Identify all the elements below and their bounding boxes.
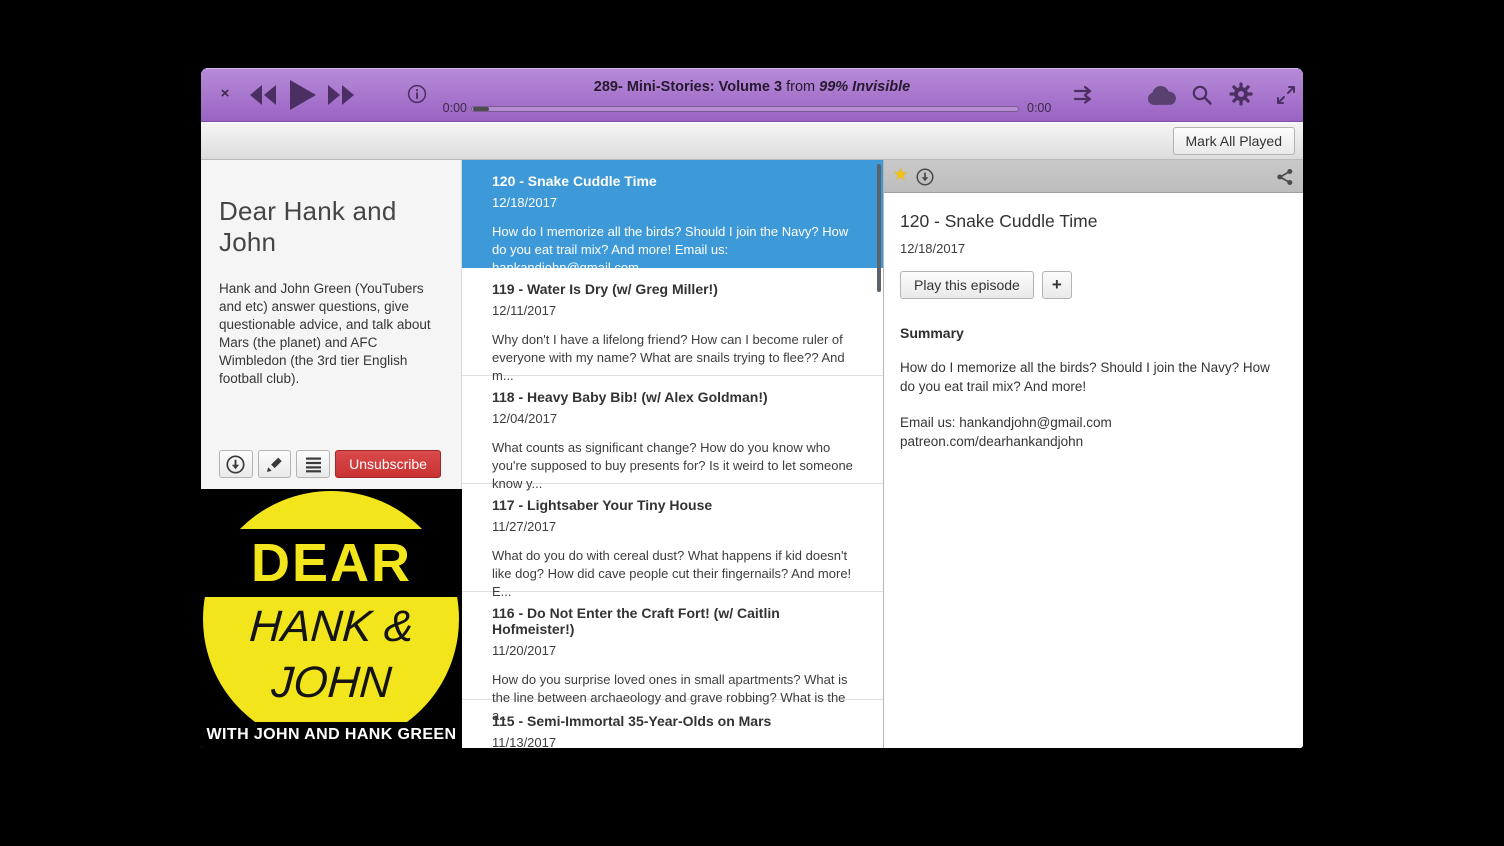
app-window: × 289- Mini-Stories: Volume 3 from 99% I… bbox=[201, 68, 1303, 748]
podcast-description: Hank and John Green (YouTubers and etc) … bbox=[219, 280, 441, 388]
fullscreen-icon[interactable] bbox=[1275, 84, 1297, 106]
podcast-actions: Unsubscribe bbox=[219, 450, 441, 478]
episode-detail-toolbar: ★ bbox=[884, 160, 1303, 193]
download-icon bbox=[226, 455, 245, 474]
fast-forward-icon[interactable] bbox=[327, 85, 355, 105]
podcast-title: Dear Hank and John bbox=[219, 196, 441, 258]
detail-episode-title: 120 - Snake Cuddle Time bbox=[900, 211, 1287, 232]
toolbar: Your Podcasts Mark All Played bbox=[201, 122, 1303, 160]
detail-episode-date: 12/18/2017 bbox=[900, 241, 1287, 256]
episode-row-120[interactable]: 120 - Snake Cuddle Time 12/18/2017 How d… bbox=[462, 160, 883, 268]
summary-paragraph: How do I memorize all the birds? Should … bbox=[900, 359, 1287, 396]
download-episode-icon[interactable] bbox=[916, 168, 934, 186]
main-content: Dear Hank and John Hank and John Green (… bbox=[201, 160, 1303, 748]
artwork-dear-text: DEAR bbox=[251, 536, 412, 590]
episode-date: 12/11/2017 bbox=[492, 303, 853, 318]
play-button-icon[interactable] bbox=[288, 80, 316, 110]
rewind-icon[interactable] bbox=[249, 85, 277, 105]
podcast-info: Dear Hank and John Hank and John Green (… bbox=[201, 160, 461, 489]
episode-row-115[interactable]: 115 - Semi-Immortal 35-Year-Olds on Mars… bbox=[462, 700, 883, 748]
episode-detail-body: 120 - Snake Cuddle Time 12/18/2017 Play … bbox=[884, 193, 1303, 451]
add-to-queue-button[interactable]: + bbox=[1042, 271, 1072, 299]
episode-date: 11/27/2017 bbox=[492, 519, 853, 534]
edit-podcast-button[interactable] bbox=[258, 450, 292, 478]
episode-list: 120 - Snake Cuddle Time 12/18/2017 How d… bbox=[462, 160, 883, 748]
queue-icon[interactable] bbox=[1073, 85, 1097, 105]
summary-patreon-line: patreon.com/dearhankandjohn bbox=[900, 433, 1287, 452]
favorite-star-icon[interactable]: ★ bbox=[893, 165, 908, 185]
elapsed-time: 0:00 bbox=[423, 101, 467, 115]
episode-detail-panel: ★ 120 - Snake Cuddle Time 12/18/2017 bbox=[883, 160, 1303, 748]
episode-date: 12/18/2017 bbox=[492, 195, 853, 210]
list-icon bbox=[305, 456, 322, 473]
episode-row-118[interactable]: 118 - Heavy Baby Bib! (w/ Alex Goldman!)… bbox=[462, 376, 883, 484]
episode-title: 116 - Do Not Enter the Craft Fort! (w/ C… bbox=[492, 605, 853, 637]
artwork-john-text: JOHN bbox=[201, 661, 462, 705]
episode-title: 115 - Semi-Immortal 35-Year-Olds on Mars bbox=[492, 713, 853, 729]
now-playing-podcast: 99% Invisible bbox=[819, 79, 910, 95]
search-icon[interactable] bbox=[1191, 84, 1213, 106]
remaining-time: 0:00 bbox=[1027, 101, 1071, 115]
episode-row-117[interactable]: 117 - Lightsaber Your Tiny House 11/27/2… bbox=[462, 484, 883, 592]
mark-all-played-button[interactable]: Mark All Played bbox=[1173, 127, 1295, 155]
pencil-icon bbox=[266, 456, 283, 473]
episode-date: 11/20/2017 bbox=[492, 643, 853, 658]
now-playing-episode: 289- Mini-Stories: Volume 3 bbox=[594, 79, 782, 95]
episode-list-scrollbar[interactable] bbox=[877, 164, 881, 292]
artwork-hank-text: HANK & bbox=[201, 605, 462, 649]
back-button-label: Your Podcasts bbox=[234, 125, 292, 157]
episode-list-options-button[interactable] bbox=[296, 450, 330, 478]
summary-heading: Summary bbox=[900, 325, 1287, 341]
artwork-caption: WITH JOHN AND HANK GREEN bbox=[201, 722, 462, 748]
episode-title: 118 - Heavy Baby Bib! (w/ Alex Goldman!) bbox=[492, 389, 853, 405]
episode-title: 119 - Water Is Dry (w/ Greg Miller!) bbox=[492, 281, 853, 297]
seek-bar-thumb[interactable] bbox=[473, 107, 489, 111]
seek-bar[interactable] bbox=[471, 106, 1019, 112]
titlebar: × 289- Mini-Stories: Volume 3 from 99% I… bbox=[201, 68, 1303, 122]
episode-row-119[interactable]: 119 - Water Is Dry (w/ Greg Miller!) 12/… bbox=[462, 268, 883, 376]
episode-date: 11/13/2017 bbox=[492, 735, 853, 748]
artwork-band: DEAR bbox=[201, 529, 462, 597]
podcast-sidebar: Dear Hank and John Hank and John Green (… bbox=[201, 160, 462, 748]
share-icon[interactable] bbox=[1276, 168, 1294, 186]
episode-title: 117 - Lightsaber Your Tiny House bbox=[492, 497, 853, 513]
episode-date: 12/04/2017 bbox=[492, 411, 853, 426]
settings-gear-icon[interactable] bbox=[1229, 82, 1253, 106]
now-playing-from: from bbox=[786, 79, 819, 95]
episode-row-116[interactable]: 116 - Do Not Enter the Craft Fort! (w/ C… bbox=[462, 592, 883, 700]
now-playing-title: 289- Mini-Stories: Volume 3 from 99% Inv… bbox=[451, 79, 1053, 95]
unsubscribe-button[interactable]: Unsubscribe bbox=[335, 450, 441, 478]
play-this-episode-button[interactable]: Play this episode bbox=[900, 271, 1034, 299]
podcast-artwork: DEAR HANK & JOHN WITH JOHN AND HANK GREE… bbox=[201, 489, 462, 748]
download-all-button[interactable] bbox=[219, 450, 253, 478]
summary-email-line: Email us: hankandjohn@gmail.com bbox=[900, 414, 1287, 433]
cloud-sync-icon[interactable] bbox=[1145, 84, 1179, 108]
episode-title: 120 - Snake Cuddle Time bbox=[492, 173, 853, 189]
close-window-button[interactable]: × bbox=[213, 81, 237, 105]
